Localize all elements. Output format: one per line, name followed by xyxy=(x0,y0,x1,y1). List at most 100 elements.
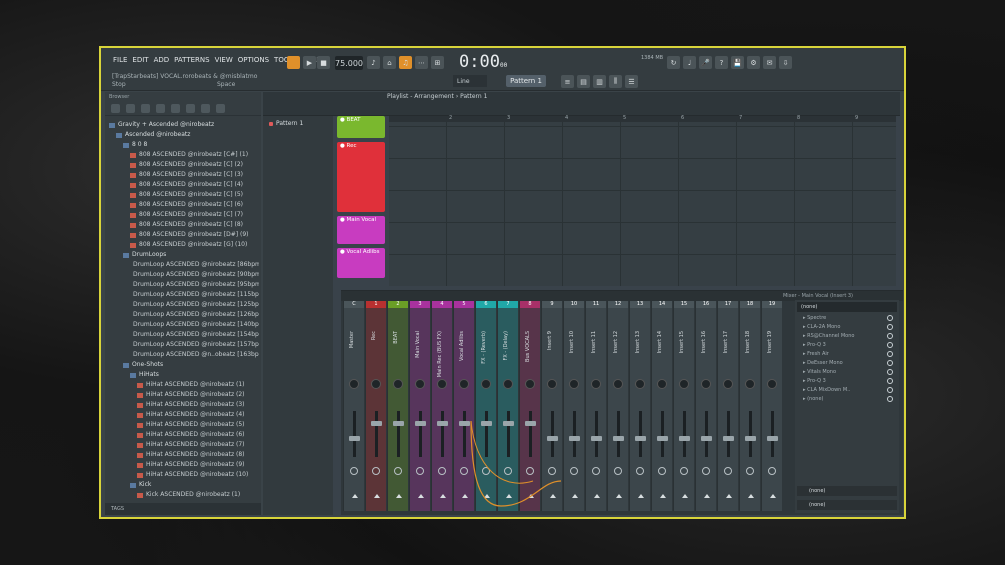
send-arrow-icon[interactable] xyxy=(660,494,666,498)
route-icon[interactable] xyxy=(592,467,600,475)
fader-cap[interactable] xyxy=(723,436,734,441)
pan-knob[interactable] xyxy=(393,379,403,389)
send-arrow-icon[interactable] xyxy=(594,494,600,498)
tag-icon[interactable] xyxy=(201,104,210,113)
route-icon[interactable] xyxy=(746,467,754,475)
fx-slot[interactable]: ▸ Vitals Mono xyxy=(795,368,899,377)
mixer-strip[interactable]: 18 Insert 18 xyxy=(739,301,760,511)
send-arrow-icon[interactable] xyxy=(616,494,622,498)
fx-slot[interactable]: ▸ Spectre xyxy=(795,314,899,323)
volume-fader[interactable] xyxy=(727,411,730,457)
sort-icon[interactable] xyxy=(141,104,150,113)
fader-cap[interactable] xyxy=(767,436,778,441)
wait-input-icon[interactable]: ⌂ xyxy=(383,56,396,69)
volume-fader[interactable] xyxy=(353,411,356,457)
mixer-strip[interactable]: 1 Rec xyxy=(365,301,386,511)
volume-fader[interactable] xyxy=(419,411,422,457)
fader-cap[interactable] xyxy=(701,436,712,441)
route-icon[interactable] xyxy=(702,467,710,475)
mixer-strip[interactable]: 19 Insert 19 xyxy=(761,301,782,511)
browser-file[interactable]: DrumLoop ASCENDED @nirobeatz [95bpm] (5) xyxy=(109,280,259,290)
browser-file[interactable]: HiHat ASCENDED @nirobeatz (10) xyxy=(109,470,259,480)
fx-mix-knob-icon[interactable] xyxy=(887,324,893,330)
browser-file[interactable]: DrumLoop ASCENDED @nirobeatz [86bpm] (4) xyxy=(109,260,259,270)
send-arrow-icon[interactable] xyxy=(748,494,754,498)
pan-knob[interactable] xyxy=(767,379,777,389)
fx-mix-knob-icon[interactable] xyxy=(887,387,893,393)
fx-mix-knob-icon[interactable] xyxy=(887,315,893,321)
fx-slot[interactable]: ▸ Pro-Q 3 xyxy=(795,341,899,350)
route-icon[interactable] xyxy=(724,467,732,475)
fader-cap[interactable] xyxy=(679,436,690,441)
browser-file[interactable]: HiHat ASCENDED @nirobeatz (1) xyxy=(109,380,259,390)
fx-slot[interactable]: ▸ Fresh Air xyxy=(795,350,899,359)
send-arrow-icon[interactable] xyxy=(396,494,402,498)
pan-knob[interactable] xyxy=(503,379,513,389)
mixer-strip[interactable]: 17 Insert 17 xyxy=(717,301,738,511)
mixer-icon[interactable]: ⫼ xyxy=(609,75,622,88)
fx-slot[interactable]: ▸ CLA-2A Mono xyxy=(795,323,899,332)
send-arrow-icon[interactable] xyxy=(572,494,578,498)
volume-fader[interactable] xyxy=(771,411,774,457)
fx-output-select[interactable]: (none) xyxy=(797,486,897,496)
send-arrow-icon[interactable] xyxy=(726,494,732,498)
send-arrow-icon[interactable] xyxy=(638,494,644,498)
route-icon[interactable] xyxy=(416,467,424,475)
route-icon[interactable] xyxy=(438,467,446,475)
fx-mix-knob-icon[interactable] xyxy=(887,369,893,375)
track-header[interactable]: ● BEAT xyxy=(337,116,385,138)
route-icon[interactable] xyxy=(658,467,666,475)
save-icon[interactable]: 💾 xyxy=(731,56,744,69)
pan-knob[interactable] xyxy=(481,379,491,389)
fader-cap[interactable] xyxy=(745,436,756,441)
route-icon[interactable] xyxy=(636,467,644,475)
route-icon[interactable] xyxy=(614,467,622,475)
fx-mix-knob-icon[interactable] xyxy=(887,360,893,366)
pan-knob[interactable] xyxy=(525,379,535,389)
volume-fader[interactable] xyxy=(749,411,752,457)
tags-bar[interactable]: TAGS xyxy=(105,503,261,515)
browser-file[interactable]: Kick ASCENDED @nirobeatz (1) xyxy=(109,490,259,500)
route-icon[interactable] xyxy=(680,467,688,475)
send-arrow-icon[interactable] xyxy=(770,494,776,498)
pattern-item[interactable]: Pattern 1 xyxy=(263,116,333,131)
metronome-icon[interactable]: ♪ xyxy=(367,56,380,69)
fader-cap[interactable] xyxy=(591,436,602,441)
volume-fader[interactable] xyxy=(573,411,576,457)
fx-mix-knob-icon[interactable] xyxy=(887,396,893,402)
volume-fader[interactable] xyxy=(441,411,444,457)
send-arrow-icon[interactable] xyxy=(352,494,358,498)
pan-knob[interactable] xyxy=(547,379,557,389)
route-icon[interactable] xyxy=(372,467,380,475)
fx-sidechain-select[interactable]: (none) xyxy=(797,500,897,510)
fader-cap[interactable] xyxy=(349,436,360,441)
mixer-strip[interactable]: 14 Insert 14 xyxy=(651,301,672,511)
browser-file[interactable]: DrumLoop ASCENDED @n..obeatz [163bpm] (1… xyxy=(109,350,259,360)
volume-fader[interactable] xyxy=(617,411,620,457)
fader-cap[interactable] xyxy=(437,421,448,426)
pan-knob[interactable] xyxy=(679,379,689,389)
collapse-icon[interactable] xyxy=(111,104,120,113)
pan-knob[interactable] xyxy=(613,379,623,389)
play-button[interactable]: ▶ xyxy=(303,56,316,69)
menu-item-file[interactable]: FILE xyxy=(113,56,127,64)
fx-slot[interactable]: ▸ DeEsser Mono xyxy=(795,359,899,368)
track-header[interactable]: ● Rec xyxy=(337,142,385,212)
browser-file[interactable]: 808 ASCENDED @nirobeatz [G] (10) xyxy=(109,240,259,250)
typing-keyboard-icon[interactable]: ♫ xyxy=(399,56,412,69)
export-icon[interactable]: ⇩ xyxy=(779,56,792,69)
mixer-strip[interactable]: 15 Insert 15 xyxy=(673,301,694,511)
browser-file[interactable]: DrumLoop ASCENDED @nirobeatz [154bpm] (8… xyxy=(109,330,259,340)
route-icon[interactable] xyxy=(350,467,358,475)
browser-folder[interactable]: Kick xyxy=(109,480,259,490)
pan-knob[interactable] xyxy=(437,379,447,389)
help-icon[interactable]: ? xyxy=(715,56,728,69)
send-arrow-icon[interactable] xyxy=(374,494,380,498)
fx-input-select[interactable]: (none) xyxy=(797,302,897,312)
volume-fader[interactable] xyxy=(397,411,400,457)
browser-folder[interactable]: Ascended @nirobeatz xyxy=(109,130,259,140)
menu-item-options[interactable]: OPTIONS xyxy=(238,56,269,64)
plugin-icon[interactable]: ⚙ xyxy=(747,56,760,69)
browser-file[interactable]: HiHat ASCENDED @nirobeatz (5) xyxy=(109,420,259,430)
fader-cap[interactable] xyxy=(657,436,668,441)
